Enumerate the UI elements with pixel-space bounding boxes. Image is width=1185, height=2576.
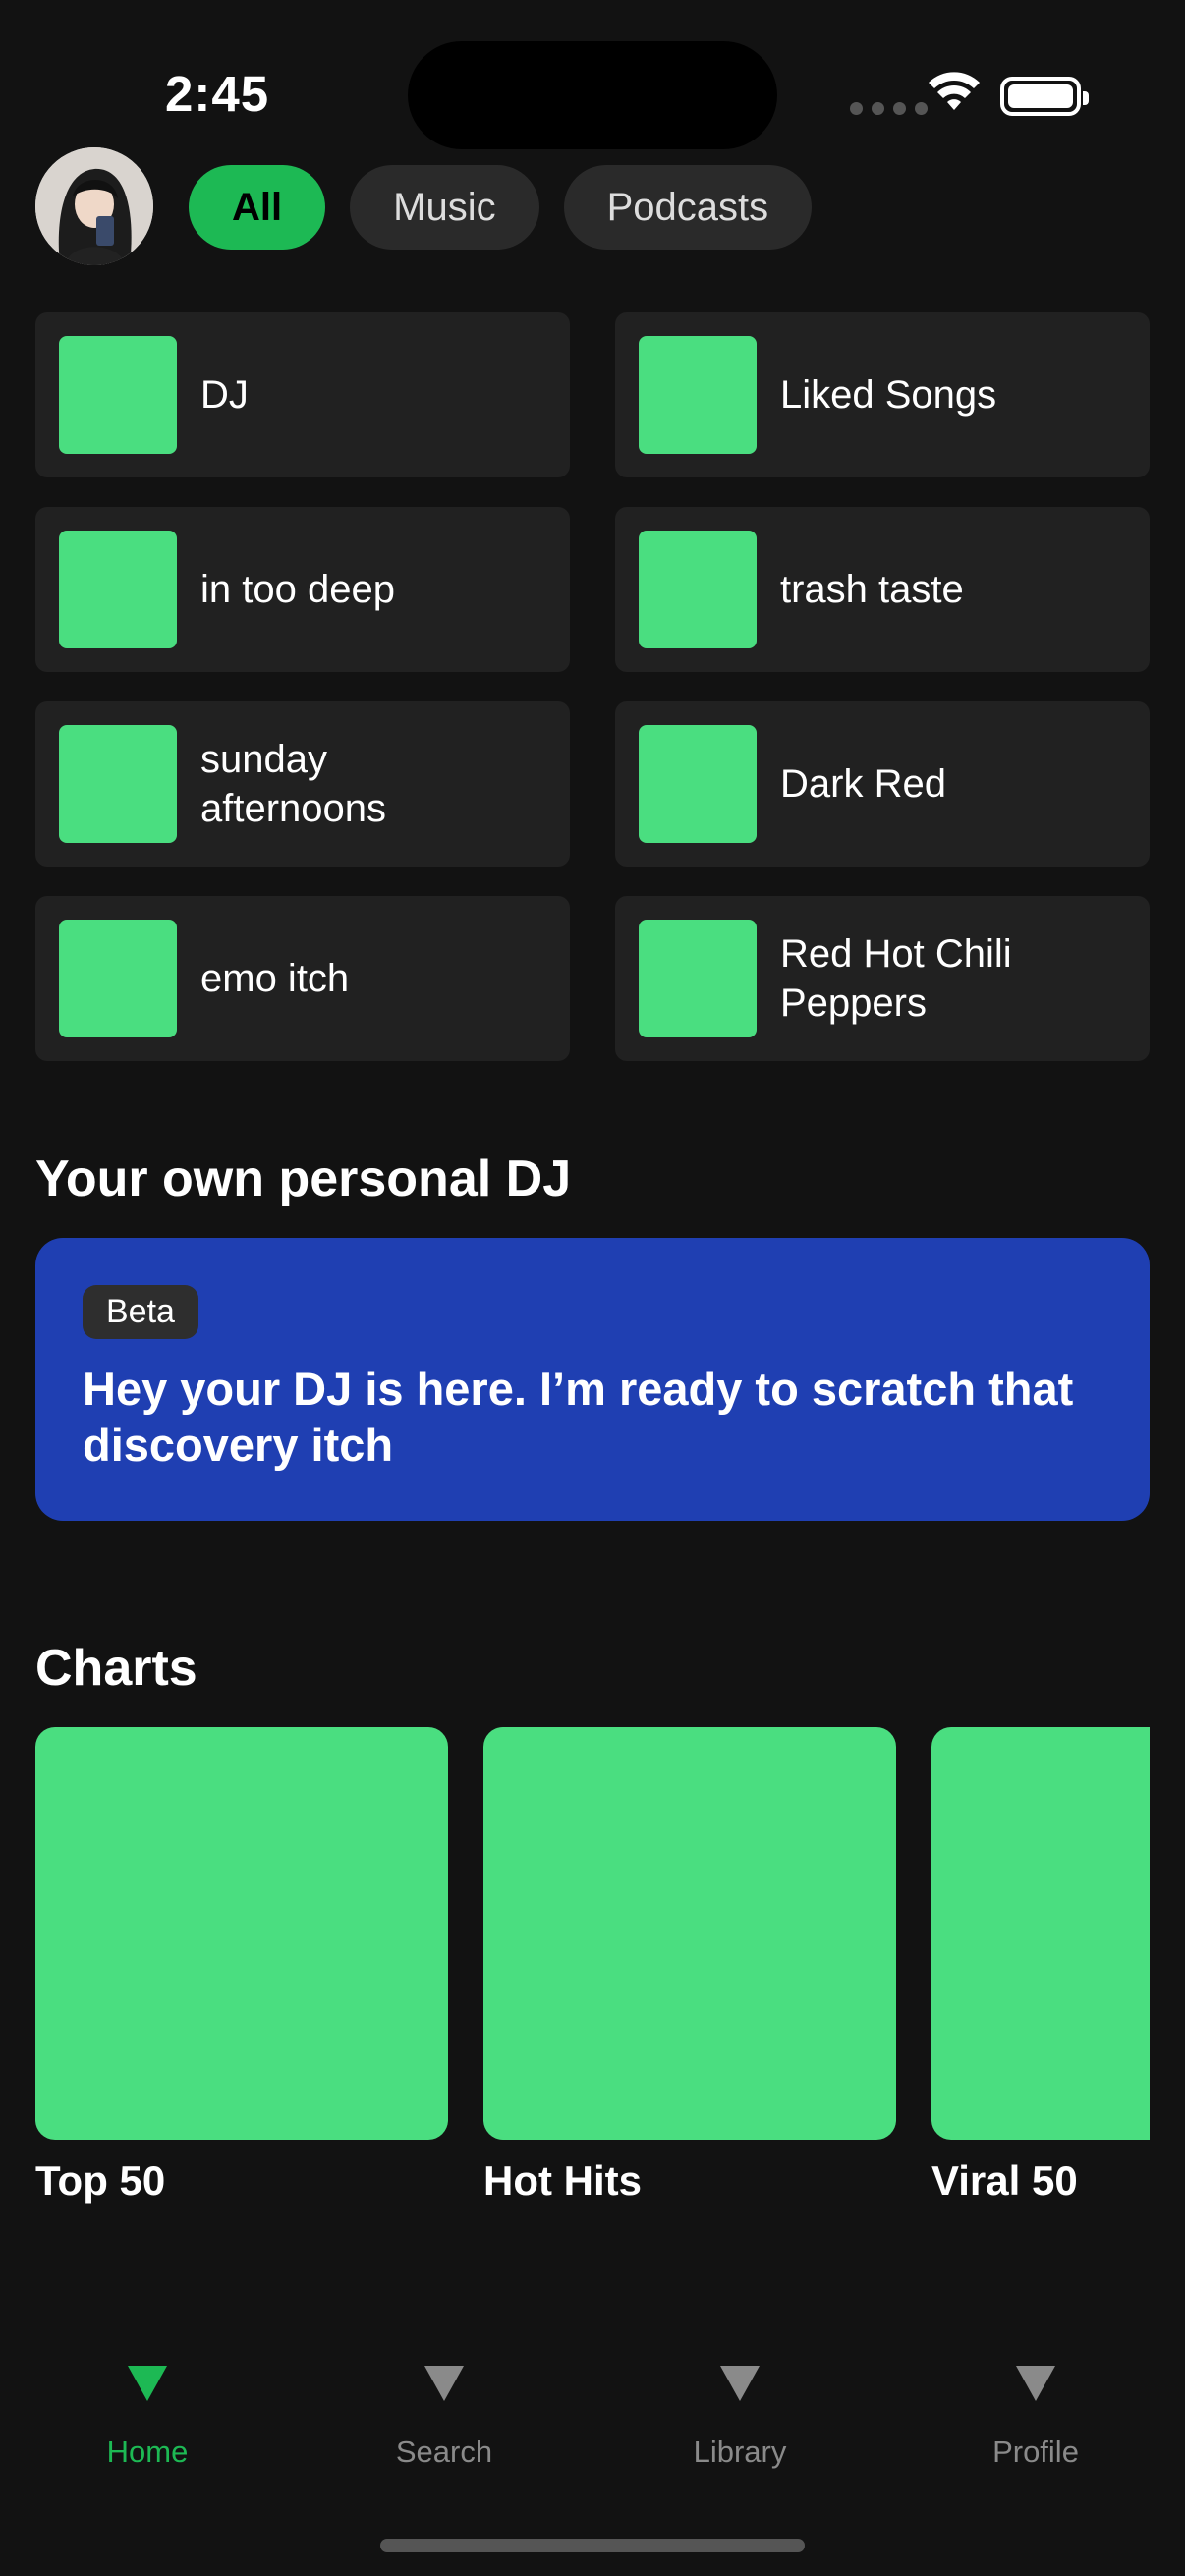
shortcut-red-hot-chili-peppers[interactable]: Red Hot Chili Peppers (615, 896, 1150, 1061)
bottom-nav: Home Search Library Profile (0, 2348, 1185, 2486)
filter-chip-all[interactable]: All (189, 165, 326, 250)
chart-cover (483, 1727, 896, 2140)
shortcut-label: Liked Songs (780, 373, 997, 417)
library-icon (720, 2366, 760, 2401)
shortcut-in-too-deep[interactable]: in too deep (35, 507, 570, 672)
battery-icon (1000, 77, 1089, 116)
filter-chip-podcasts[interactable]: Podcasts (563, 165, 813, 250)
beta-badge: Beta (83, 1285, 198, 1339)
dj-message: Hey your DJ is here. I’m ready to scratc… (83, 1363, 1074, 1471)
shortcut-thumbnail (639, 725, 757, 843)
filter-chip-music[interactable]: Music (350, 165, 539, 250)
shortcut-label: trash taste (780, 568, 964, 611)
nav-label: Search (395, 2435, 493, 2469)
chart-cover (931, 1727, 1150, 2140)
cellular-signal-icon (850, 102, 928, 115)
chart-name: Viral 50 (931, 2157, 1078, 2204)
nav-search[interactable]: Search (297, 2348, 592, 2470)
nav-library[interactable]: Library (592, 2348, 887, 2470)
chart-card-viral-50[interactable]: Viral 50 (931, 1727, 1150, 2205)
chart-card-hot-hits[interactable]: Hot Hits (483, 1727, 896, 2205)
shortcut-thumbnail (639, 531, 757, 648)
dj-card[interactable]: Beta Hey your DJ is here. I’m ready to s… (35, 1238, 1150, 1521)
nav-label: Home (106, 2435, 189, 2469)
charts-section-title: Charts (35, 1640, 198, 1697)
status-time: 2:45 (165, 66, 270, 122)
shortcut-label: sunday afternoons (200, 738, 387, 830)
dynamic-island (408, 41, 777, 149)
shortcut-dj[interactable]: DJ (35, 312, 570, 477)
shortcut-emo-itch[interactable]: emo itch (35, 896, 570, 1061)
home-icon (128, 2366, 167, 2401)
shortcut-thumbnail (639, 336, 757, 454)
shortcut-sunday-afternoons[interactable]: sunday afternoons (35, 701, 570, 867)
shortcut-thumbnail (59, 920, 177, 1037)
chart-name: Top 50 (35, 2157, 166, 2204)
shortcut-thumbnail (639, 920, 757, 1037)
shortcut-label: in too deep (200, 568, 395, 611)
shortcut-dark-red[interactable]: Dark Red (615, 701, 1150, 867)
chart-cover (35, 1727, 448, 2140)
shortcut-thumbnail (59, 725, 177, 843)
filter-chips: All Music Podcasts (189, 165, 813, 250)
nav-label: Profile (992, 2435, 1079, 2469)
chart-name: Hot Hits (483, 2157, 642, 2204)
home-indicator[interactable] (380, 2539, 805, 2552)
shortcut-label: Dark Red (780, 762, 946, 806)
nav-label: Library (693, 2435, 787, 2469)
shortcut-thumbnail (59, 336, 177, 454)
shortcut-label: Red Hot Chili Peppers (780, 932, 1012, 1025)
shortcut-label: DJ (200, 373, 249, 417)
wifi-icon (929, 72, 980, 110)
shortcut-liked-songs[interactable]: Liked Songs (615, 312, 1150, 477)
dj-section-title: Your own personal DJ (35, 1150, 572, 1207)
shortcut-thumbnail (59, 531, 177, 648)
nav-profile[interactable]: Profile (888, 2348, 1183, 2470)
nav-home[interactable]: Home (0, 2348, 295, 2470)
profile-icon (1016, 2366, 1055, 2401)
shortcut-trash-taste[interactable]: trash taste (615, 507, 1150, 672)
chart-card-top-50[interactable]: Top 50 (35, 1727, 448, 2205)
profile-avatar[interactable] (35, 147, 153, 265)
shortcut-label: emo itch (200, 957, 350, 1000)
search-icon (424, 2366, 464, 2401)
shortcut-grid: DJ Liked Songs in too deep trash taste s… (35, 312, 1150, 1061)
charts-carousel[interactable]: Top 50 Hot Hits Viral 50 (35, 1727, 1150, 2238)
